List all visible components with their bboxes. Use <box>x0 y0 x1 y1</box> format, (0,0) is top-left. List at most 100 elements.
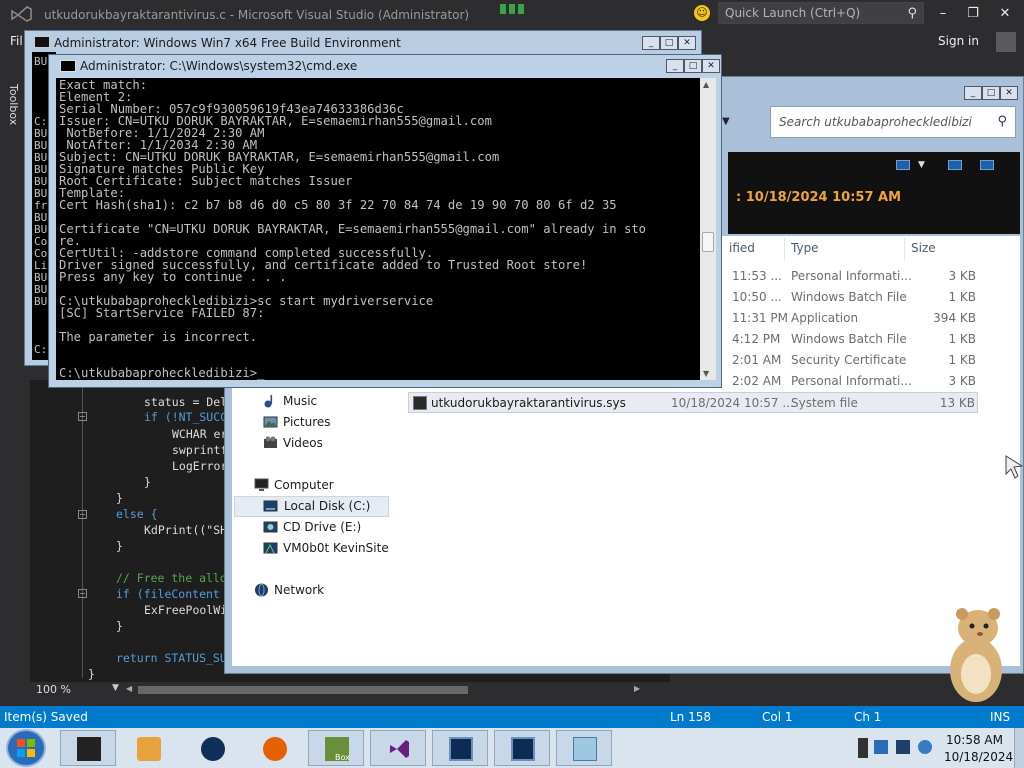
scroll-up-icon[interactable]: ▲ <box>703 80 709 89</box>
feedback-smiley-icon[interactable]: ☺ <box>694 5 710 21</box>
fold-toggle[interactable]: − <box>78 510 87 519</box>
show-desktop-button[interactable] <box>1014 728 1024 768</box>
cmd-scroll-thumb[interactable] <box>702 232 714 252</box>
file-name: utkudorukbayraktarantivirus.sys <box>431 396 626 410</box>
taskbar-media-player-button[interactable] <box>120 730 176 766</box>
nav-item-cd-drive[interactable]: CD Drive (E:) <box>263 518 383 538</box>
file-size: 13 KB <box>939 396 975 410</box>
nav-item-network-drive[interactable]: VM0b0t KevinSite <box>263 539 403 559</box>
minimize-button[interactable]: – <box>928 4 958 24</box>
scroll-down-icon[interactable]: ▼ <box>703 369 709 378</box>
system-tray <box>856 730 940 766</box>
scroll-right-icon[interactable]: ▶ <box>634 684 640 693</box>
code-line: WCHAR er <box>172 427 228 441</box>
maximize-button[interactable]: □ <box>660 36 678 50</box>
status-message: Item(s) Saved <box>4 710 88 724</box>
maximize-button[interactable]: □ <box>982 86 1000 100</box>
cmd-vertical-scrollbar[interactable]: ▲ ▼ <box>700 78 716 380</box>
column-type[interactable]: Type <box>791 241 819 255</box>
nav-item-videos[interactable]: Videos <box>263 434 373 454</box>
nav-item-computer[interactable]: Computer <box>254 476 374 496</box>
preview-pane-icon[interactable] <box>948 160 962 170</box>
taskbar-explorer-button[interactable] <box>556 730 612 766</box>
status-char: Ch 1 <box>854 710 882 724</box>
zoom-dropdown-icon[interactable]: ▼ <box>112 683 119 693</box>
build-environment-title: Administrator: Windows Win7 x64 Free Bui… <box>54 36 401 50</box>
help-icon[interactable] <box>980 160 994 170</box>
fold-toggle[interactable]: − <box>78 412 87 421</box>
toolbox-label: Toolbox <box>7 84 20 126</box>
explorer-details-banner: ▼ : 10/18/2024 10:57 AM <box>728 152 1020 234</box>
close-button[interactable]: ✕ <box>990 4 1020 24</box>
notification-flag-icon[interactable] <box>498 4 526 16</box>
taskbar-cmd-window-button[interactable] <box>494 730 550 766</box>
close-button[interactable]: ✕ <box>678 36 696 50</box>
file-modified: 11:31 PM <box>732 311 788 325</box>
taskbar-cmd-button[interactable] <box>60 730 116 766</box>
status-line: Ln 158 <box>670 710 712 724</box>
volume-icon[interactable] <box>918 740 932 754</box>
minimize-button[interactable]: _ <box>666 59 684 73</box>
search-placeholder: Search utkubabaproheckledibizi <box>779 115 972 129</box>
close-button[interactable]: ✕ <box>702 59 720 73</box>
clock-time[interactable]: 10:58 AM <box>946 733 1003 747</box>
column-divider[interactable] <box>784 238 785 260</box>
zoom-level[interactable]: 100 % <box>36 683 71 696</box>
nav-label: Computer <box>274 478 334 492</box>
cmd-console[interactable]: Exact match: Element 2: Serial Number: 0… <box>56 78 700 380</box>
file-modified: 2:02 AM <box>732 374 782 388</box>
menu-file[interactable]: Fil <box>10 34 23 48</box>
column-date-modified[interactable]: ified <box>729 241 755 255</box>
file-size: 394 KB <box>933 311 976 325</box>
console-line: The parameter is incorrect. <box>59 330 258 344</box>
file-type: System file <box>791 396 858 410</box>
editor-bottom-bar: 100 % ▼ ◀ ▶ <box>30 682 670 698</box>
chevron-down-icon[interactable]: ▼ <box>918 160 925 170</box>
column-divider[interactable] <box>904 238 905 260</box>
taskbar-firefox-button[interactable] <box>246 730 302 766</box>
cd-drive-icon <box>263 521 278 533</box>
console-line: [SC] StartService FAILED 87: <box>59 306 265 320</box>
network-tray-icon[interactable] <box>874 740 888 754</box>
nav-item-local-disk[interactable]: Local Disk (C:) <box>234 496 389 517</box>
clock-date[interactable]: 10/18/2024 <box>944 750 1013 764</box>
file-size: 3 KB <box>948 269 976 283</box>
file-size: 1 KB <box>948 290 976 304</box>
file-type: Security Certificate <box>791 353 907 367</box>
toolbox-tab[interactable]: Toolbox <box>4 84 22 144</box>
horizontal-scrollbar[interactable] <box>138 686 468 694</box>
minimize-button[interactable]: _ <box>642 36 660 50</box>
globe-icon <box>201 737 225 761</box>
nav-item-pictures[interactable]: Pictures <box>263 413 373 433</box>
user-account-icon[interactable] <box>996 32 1016 52</box>
drive-icon <box>263 500 278 512</box>
mouse-cursor-icon <box>1005 455 1024 479</box>
nav-item-music[interactable]: Music <box>263 392 373 412</box>
taskbar-globe-button[interactable] <box>184 730 240 766</box>
file-type: Application <box>791 311 859 325</box>
search-icon[interactable]: ⚲ <box>997 114 1007 129</box>
maximize-button[interactable]: □ <box>684 59 702 73</box>
file-row-selected[interactable]: utkudorukbayraktarantivirus.sys 10/18/20… <box>408 392 978 413</box>
taskbar-visual-studio-button[interactable] <box>370 730 426 766</box>
start-button[interactable] <box>6 729 46 767</box>
scroll-left-icon[interactable]: ◀ <box>126 684 132 693</box>
close-button[interactable]: ✕ <box>1000 86 1018 100</box>
show-hidden-icons-icon[interactable] <box>858 738 868 758</box>
code-line: } <box>88 667 95 681</box>
view-icon[interactable] <box>896 160 910 170</box>
network-icon <box>255 583 268 597</box>
action-center-icon[interactable] <box>896 740 910 754</box>
fold-toggle[interactable]: − <box>78 589 87 598</box>
console-line: Certificate "CN=UTKU DORUK BAYRAKTAR, E=… <box>59 222 646 236</box>
minimize-button[interactable]: _ <box>964 86 982 100</box>
quick-launch-input[interactable]: Quick Launch (Ctrl+Q) ⚲ <box>718 2 924 24</box>
taskbar-box-button[interactable]: Box <box>308 730 364 766</box>
address-dropdown-icon[interactable]: ▼ <box>722 116 730 127</box>
nav-item-network[interactable]: Network <box>254 581 374 601</box>
taskbar-build-env-button[interactable] <box>432 730 488 766</box>
maximize-button[interactable]: ❐ <box>958 4 988 24</box>
sign-in-link[interactable]: Sign in <box>938 34 979 48</box>
column-size[interactable]: Size <box>911 241 936 255</box>
search-input[interactable]: Search utkubabaproheckledibizi ⚲ <box>770 106 1016 138</box>
